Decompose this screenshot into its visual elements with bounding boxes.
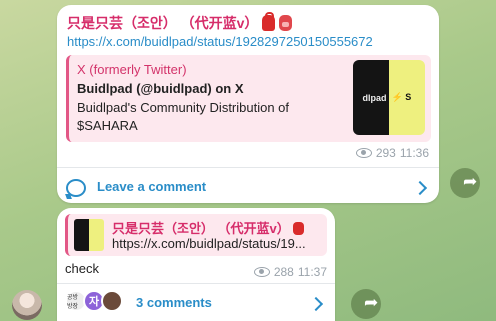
post-link[interactable]: https://x.com/buidlpad/status/1928297250…: [67, 34, 373, 49]
comments-button[interactable]: 공방 방장 자 3 comments: [57, 285, 335, 319]
thumbnail-light-half: ⚡ S: [388, 60, 425, 135]
preview-site: X (formerly Twitter): [77, 62, 187, 77]
leave-comment-label: Leave a comment: [97, 179, 207, 194]
divider: [57, 283, 335, 284]
post-meta: 293 11:36: [355, 146, 429, 160]
preview-thumbnail: dlpad ⚡ S: [353, 60, 425, 135]
comments-count-label: 3 comments: [136, 295, 212, 310]
quote-link: https://x.com/buidlpad/status/19...: [112, 236, 306, 251]
share-button[interactable]: [351, 289, 381, 319]
quote-thumbnail: [74, 219, 104, 251]
post-title: 只是只芸（조안） （代开蓝v）: [67, 12, 293, 33]
red-bag-icon: [292, 222, 304, 235]
eye-icon: [253, 267, 270, 277]
chevron-right-icon: [412, 180, 428, 196]
chevron-right-icon: [308, 296, 324, 312]
channel-post-reply: 只是只芸（조안） （代开蓝v） https://x.com/buidlpad/s…: [57, 208, 335, 321]
post-time: 11:36: [399, 146, 429, 160]
reply-quote[interactable]: 只是只芸（조안） （代开蓝v） https://x.com/buidlpad/s…: [65, 214, 327, 256]
share-button[interactable]: [450, 168, 480, 198]
comment-icon: [66, 179, 86, 197]
quote-title: 只是只芸（조안） （代开蓝v）: [112, 218, 304, 237]
view-count: 288: [273, 265, 294, 279]
avatar: [101, 290, 123, 312]
commenter-avatars: 공방 방장 자: [65, 290, 129, 314]
preview-title: Buidlpad (@buidlpad) on X: [77, 81, 244, 96]
avatar[interactable]: [12, 290, 42, 320]
backpack-icon: [279, 15, 293, 31]
view-count: 293: [375, 146, 396, 160]
red-bag-icon: [262, 12, 276, 31]
thumbnail-dark-half: dlpad: [353, 60, 389, 135]
leave-comment-button[interactable]: Leave a comment: [57, 170, 439, 203]
divider: [57, 167, 439, 168]
post-meta: 288 11:37: [253, 265, 327, 279]
eye-icon: [355, 148, 372, 158]
channel-post: 只是只芸（조안） （代开蓝v） https://x.com/buidlpad/s…: [57, 5, 439, 203]
link-preview[interactable]: X (formerly Twitter) Buidlpad (@buidlpad…: [66, 55, 431, 142]
preview-description: Buidlpad's Community Distribution of $SA…: [77, 100, 290, 133]
message-text: check: [65, 261, 99, 276]
post-time: 11:37: [297, 265, 327, 279]
